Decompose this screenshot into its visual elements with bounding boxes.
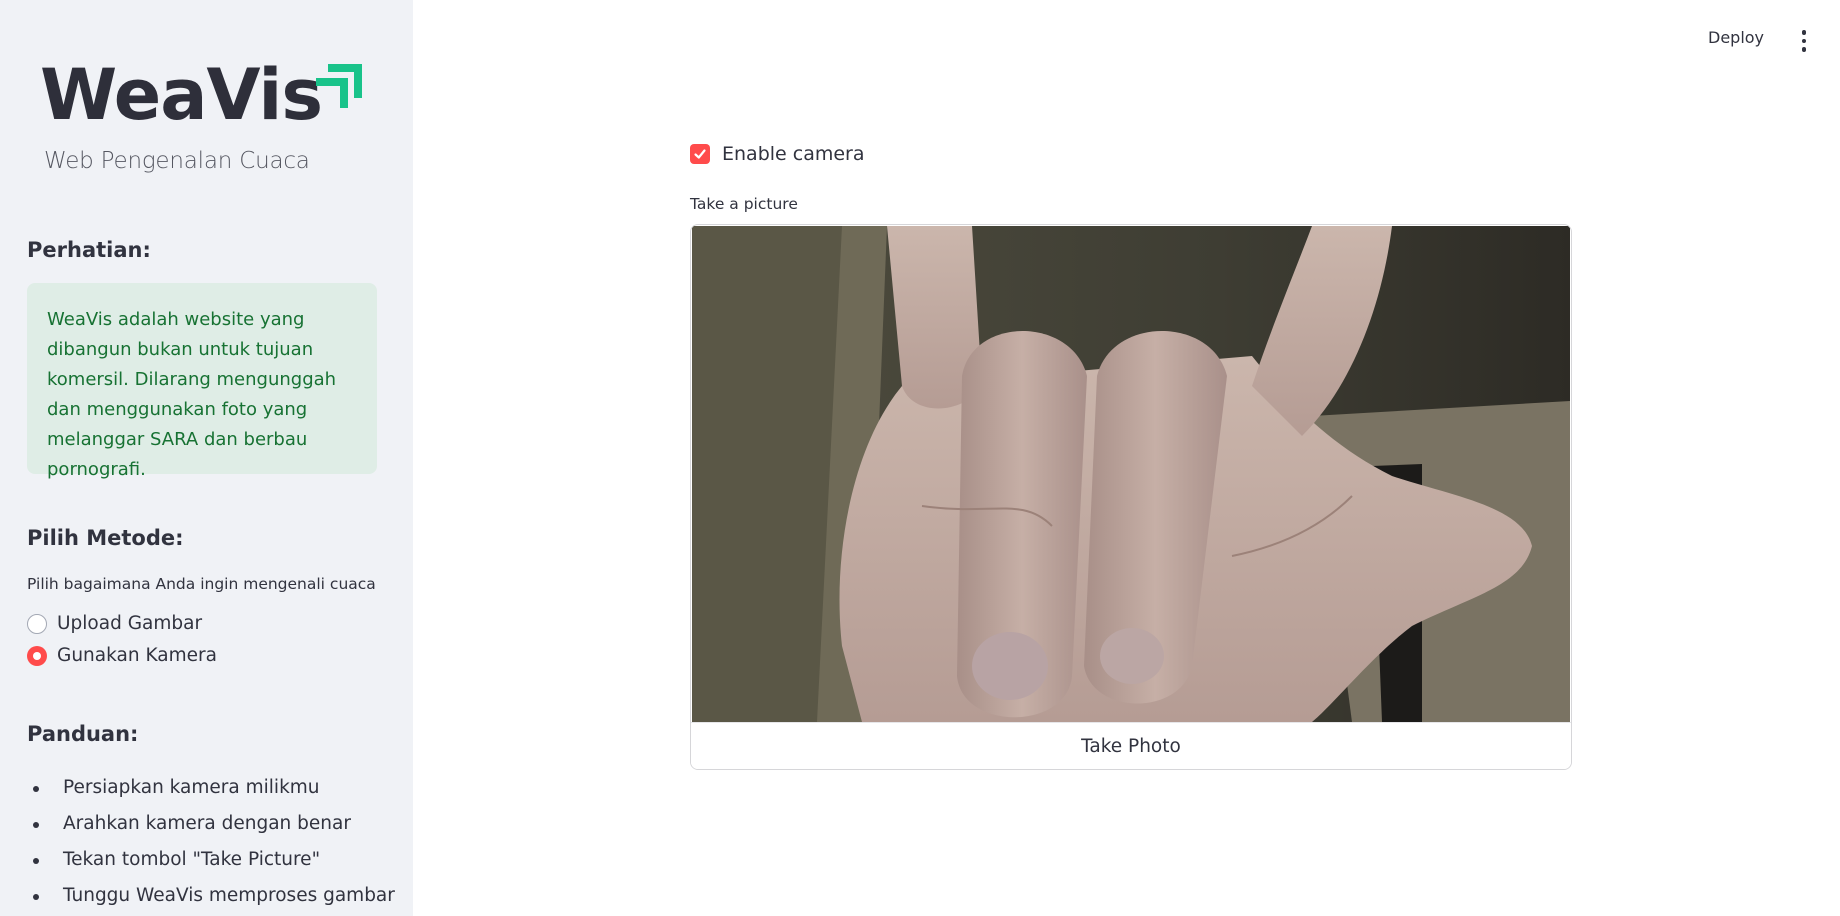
enable-camera-checkbox[interactable]: Enable camera <box>690 143 865 165</box>
guide-item: Tunggu WeaVis memproses gambar <box>27 882 395 916</box>
radio-upload-gambar[interactable]: Upload Gambar <box>27 613 202 634</box>
guide-heading: Panduan: <box>27 722 139 746</box>
camera-input-label: Take a picture <box>690 195 798 213</box>
logo-arrow-icon <box>316 64 362 108</box>
guide-list: Persiapkan kamera milikmu Arahkan kamera… <box>27 774 395 916</box>
method-caption: Pilih bagaimana Anda ingin mengenali cua… <box>27 575 376 593</box>
logo-wordmark: WeaVis <box>40 54 323 136</box>
app-root: WeaVis Web Pengenalan Cuaca Perhatian: W… <box>0 0 1840 916</box>
kebab-vertical-icon[interactable] <box>1796 28 1812 54</box>
weavis-logo: WeaVis Web Pengenalan Cuaca <box>40 60 370 185</box>
checkbox-checked-icon[interactable] <box>690 144 710 164</box>
notice-text: WeaVis adalah website yang dibangun buka… <box>47 309 337 480</box>
camera-feed-image <box>692 226 1570 722</box>
guide-item: Arahkan kamera dengan benar <box>27 810 395 846</box>
radio-checked-icon[interactable] <box>27 645 47 666</box>
sidebar: WeaVis Web Pengenalan Cuaca Perhatian: W… <box>0 0 413 916</box>
guide-item: Persiapkan kamera milikmu <box>27 774 395 810</box>
radio-gunakan-kamera[interactable]: Gunakan Kamera <box>27 645 217 666</box>
method-heading: Pilih Metode: <box>27 526 184 550</box>
notice-box: WeaVis adalah website yang dibangun buka… <box>27 283 377 480</box>
radio-unchecked-icon[interactable] <box>27 613 47 634</box>
logo-tagline: Web Pengenalan Cuaca <box>44 148 310 174</box>
take-photo-button[interactable]: Take Photo <box>691 722 1571 769</box>
camera-input: Take Photo <box>690 224 1572 770</box>
radio-label: Upload Gambar <box>57 613 203 634</box>
radio-label: Gunakan Kamera <box>57 645 217 666</box>
guide-item: Tekan tombol "Take Picture" <box>27 846 395 882</box>
enable-camera-label: Enable camera <box>722 143 865 165</box>
notice-heading: Perhatian: <box>27 238 151 262</box>
deploy-button[interactable]: Deploy <box>1708 28 1764 47</box>
